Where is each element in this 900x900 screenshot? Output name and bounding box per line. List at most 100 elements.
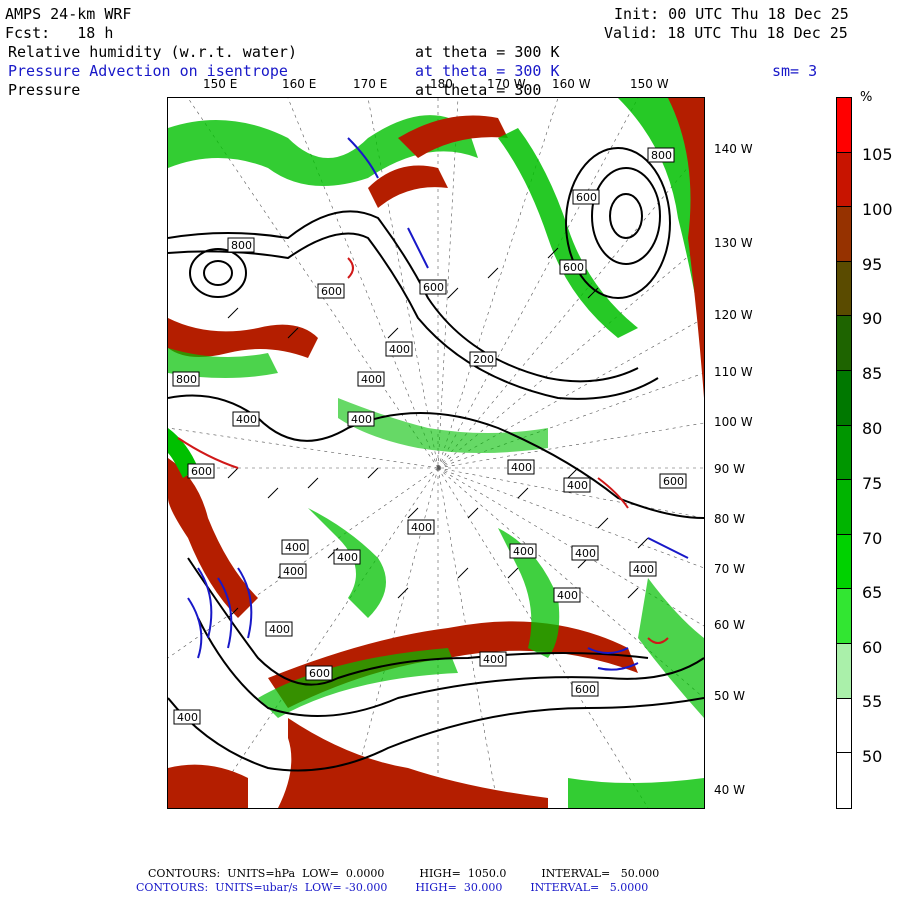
svg-text:600: 600 — [191, 465, 212, 478]
lat-label: 140 W — [714, 142, 753, 156]
lon-label: 150 E — [203, 77, 238, 91]
colorbar-segment — [837, 207, 851, 262]
lat-label: 60 W — [714, 618, 745, 632]
svg-text:400: 400 — [177, 711, 198, 724]
svg-text:400: 400 — [483, 653, 504, 666]
contour-label: 400 — [407, 519, 435, 535]
svg-text:600: 600 — [663, 475, 684, 488]
lon-label: 170 W — [487, 77, 526, 91]
contour-label: 400 — [281, 539, 309, 555]
lat-label: 40 W — [714, 783, 745, 797]
contour-label: 400 — [173, 709, 201, 725]
map-panel: 800 800 600 600 600 600 400 200 400 800 … — [167, 97, 705, 809]
svg-text:600: 600 — [575, 683, 596, 696]
svg-text:600: 600 — [423, 281, 444, 294]
forecast-hour: Fcst: 18 h — [5, 24, 114, 42]
colorbar-label: 95 — [862, 255, 883, 274]
lat-label: 50 W — [714, 689, 745, 703]
colorbar-segment — [837, 261, 851, 317]
colorbar-segment — [837, 698, 851, 754]
colorbar-segment — [837, 753, 851, 808]
contour-label: 600 — [419, 279, 447, 295]
contour-label: 600 — [659, 473, 687, 489]
contour-label: 400 — [629, 561, 657, 577]
svg-text:600: 600 — [309, 667, 330, 680]
lat-label: 110 W — [714, 365, 753, 379]
colorbar-label: 60 — [862, 638, 883, 657]
contour-label: 800 — [647, 147, 675, 163]
contour-label: 600 — [572, 189, 600, 205]
footer-pressure-contours: CONTOURS: UNITS=hPa LOW= 0.0000 HIGH= 10… — [148, 867, 660, 880]
field-smoothing: sm= 3 — [772, 62, 818, 80]
map-canvas: 800 800 600 600 600 600 400 200 400 800 … — [168, 98, 704, 808]
contour-label: 400 — [563, 477, 591, 493]
svg-text:600: 600 — [321, 285, 342, 298]
lon-label: 160 W — [552, 77, 591, 91]
colorbar-segment — [837, 371, 851, 426]
lat-label: 90 W — [714, 462, 745, 476]
contour-label: 400 — [232, 411, 260, 427]
lon-label: 160 E — [282, 77, 317, 91]
field-level-rh: at theta = 300 K — [415, 43, 560, 61]
colorbar-segment — [837, 644, 851, 699]
lon-label: 170 E — [353, 77, 388, 91]
svg-text:400: 400 — [567, 479, 588, 492]
footer-advection-contours: CONTOURS: UNITS=ubar/s LOW= -30.000 HIGH… — [136, 881, 649, 894]
colorbar-label: 50 — [862, 747, 883, 766]
colorbar — [836, 97, 852, 809]
humidity-shading — [168, 98, 704, 808]
svg-text:600: 600 — [576, 191, 597, 204]
field-name-padv: Pressure Advection on isentrope — [8, 62, 288, 80]
colorbar-label: 70 — [862, 529, 883, 548]
colorbar-segment — [837, 98, 851, 153]
contour-label: 600 — [317, 283, 345, 299]
contour-label: 400 — [357, 371, 385, 387]
colorbar-label: 90 — [862, 309, 883, 328]
valid-time: Valid: 18 UTC Thu 18 Dec 25 — [604, 24, 848, 42]
svg-text:400: 400 — [557, 589, 578, 602]
svg-text:400: 400 — [575, 547, 596, 560]
colorbar-unit: % — [860, 90, 873, 105]
colorbar-label: 75 — [862, 474, 883, 493]
lat-label: 130 W — [714, 236, 753, 250]
contour-label: 400 — [347, 411, 375, 427]
svg-text:400: 400 — [236, 413, 257, 426]
svg-text:800: 800 — [176, 373, 197, 386]
lon-label: 180 — [430, 77, 453, 91]
svg-text:400: 400 — [283, 565, 304, 578]
colorbar-segment — [837, 589, 851, 645]
svg-text:600: 600 — [563, 261, 584, 274]
lat-label: 80 W — [714, 512, 745, 526]
contour-label: 200 — [469, 351, 497, 367]
field-name-rh: Relative humidity (w.r.t. water) — [8, 43, 297, 61]
colorbar-segment — [837, 534, 851, 590]
lat-label: 70 W — [714, 562, 745, 576]
svg-text:400: 400 — [337, 551, 358, 564]
contour-label: 400 — [479, 651, 507, 667]
contour-label: 400 — [385, 341, 413, 357]
contour-label: 400 — [333, 549, 361, 565]
colorbar-label: 105 — [862, 145, 893, 164]
contour-label: 400 — [509, 543, 537, 559]
model-title: AMPS 24-km WRF — [5, 5, 132, 23]
colorbar-segment — [837, 316, 851, 372]
svg-text:200: 200 — [473, 353, 494, 366]
lat-label: 120 W — [714, 308, 753, 322]
svg-text:400: 400 — [513, 545, 534, 558]
colorbar-segment — [837, 480, 851, 535]
init-time: Init: 00 UTC Thu 18 Dec 25 — [614, 5, 849, 23]
field-name-pressure: Pressure — [8, 81, 81, 99]
contour-label: 400 — [265, 621, 293, 637]
colorbar-label: 85 — [862, 364, 883, 383]
contour-label: 800 — [172, 371, 200, 387]
svg-text:400: 400 — [389, 343, 410, 356]
colorbar-label: 80 — [862, 419, 883, 438]
contour-label: 600 — [187, 463, 215, 479]
svg-text:400: 400 — [285, 541, 306, 554]
contour-label: 400 — [571, 545, 599, 561]
contour-label: 800 — [227, 237, 255, 253]
lon-label: 150 W — [630, 77, 669, 91]
contour-label: 400 — [507, 459, 535, 475]
svg-text:400: 400 — [351, 413, 372, 426]
svg-text:800: 800 — [651, 149, 672, 162]
